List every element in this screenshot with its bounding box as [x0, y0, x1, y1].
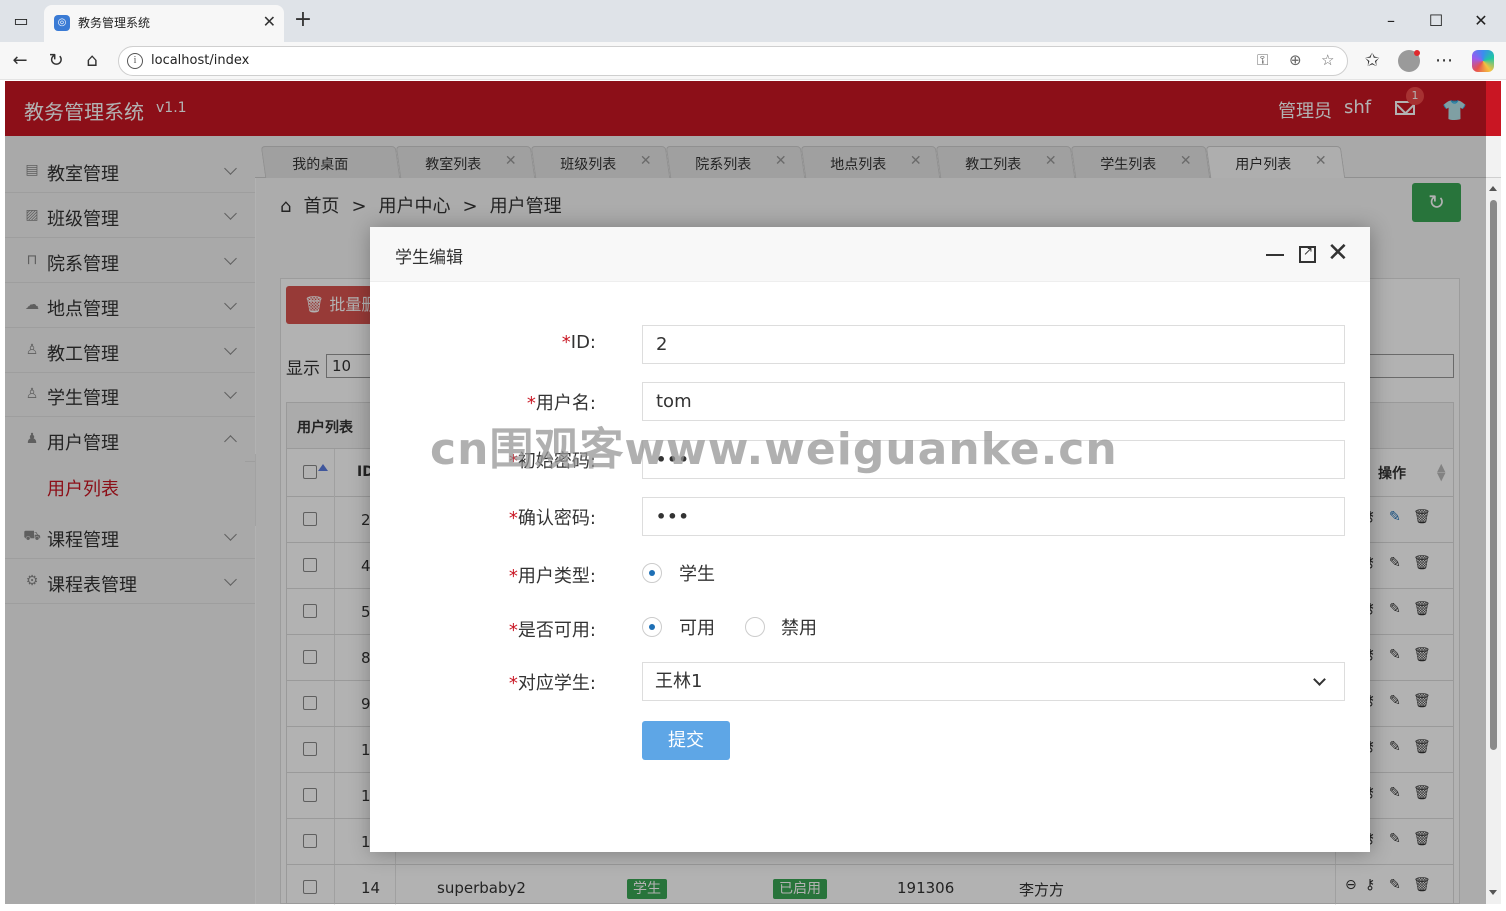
tab-actions-icon[interactable]: ▭ [8, 8, 34, 34]
student-label: *对应学生: [396, 669, 596, 695]
student-label-text: 对应学生: [517, 673, 596, 694]
disabled-radio-label[interactable]: 禁用 [781, 614, 817, 640]
student-select[interactable]: 王林1 [642, 662, 1345, 701]
chevron-down-icon [1313, 673, 1326, 686]
browser-tab-title: 教务管理系统 [78, 16, 151, 30]
profile-notification-dot [1414, 50, 1420, 56]
disabled-radio[interactable] [745, 617, 765, 637]
confirm-password-label: *确认密码: [396, 504, 596, 530]
reload-icon[interactable]: ↻ [44, 49, 68, 73]
address-bar: ← ↻ ⌂ i localhost/index ⚿ ⊕ ☆ ✩ ⋯ [0, 42, 1506, 80]
favorites-icon[interactable]: ✩ [1360, 49, 1384, 73]
page-scrollbar[interactable] [1486, 178, 1501, 904]
maximize-window-icon[interactable]: ☐ [1423, 8, 1449, 34]
username-value: tom [656, 391, 692, 412]
required-mark: * [508, 508, 518, 529]
watermark-text: cn围观客www.weiguanke.cn [430, 424, 1118, 475]
user-type-student-radio[interactable] [642, 563, 662, 583]
id-value: 2 [656, 334, 668, 355]
site-favicon-icon: ◎ [54, 15, 70, 31]
submit-button[interactable]: 提交 [642, 721, 730, 760]
scroll-down-icon[interactable] [1489, 890, 1497, 895]
id-field[interactable]: 2 [642, 325, 1345, 364]
site-info-icon[interactable]: i [127, 53, 143, 69]
new-tab-button[interactable]: + [290, 8, 316, 34]
id-label-text: ID: [570, 332, 596, 353]
user-type-student-label[interactable]: 学生 [679, 560, 715, 586]
required-mark: * [508, 673, 518, 694]
enabled-radio-label[interactable]: 可用 [679, 614, 715, 640]
confirm-password-field[interactable]: ••• [642, 497, 1345, 536]
browser-tabstrip: ▭ ◎ 教务管理系统 ✕ + – ☐ ✕ [0, 0, 1506, 42]
url-input[interactable]: i localhost/index ⚿ ⊕ ☆ [118, 46, 1348, 76]
dialog-title: 学生编辑 [395, 248, 463, 268]
required-mark: * [561, 332, 571, 353]
zoom-icon[interactable]: ⊕ [1289, 51, 1302, 69]
id-label: *ID: [396, 332, 596, 353]
required-mark: * [508, 620, 518, 641]
user-type-label: *用户类型: [396, 562, 596, 588]
user-type-label-text: 用户类型: [517, 566, 596, 587]
enabled-radio[interactable] [642, 617, 662, 637]
browser-tab[interactable]: ◎ 教务管理系统 ✕ [44, 5, 284, 42]
scroll-up-icon[interactable] [1489, 186, 1497, 191]
confirm-password-label-text: 确认密码: [517, 508, 596, 529]
scrollbar-thumb[interactable] [1490, 200, 1497, 750]
close-tab-icon[interactable]: ✕ [263, 12, 276, 31]
close-icon[interactable]: ✕ [1327, 238, 1349, 268]
student-edit-dialog: 学生编辑 ✕ *ID: 2 *用户名: tom *初始密码: ••• *确认密码… [370, 227, 1370, 852]
minimize-window-icon[interactable]: – [1378, 8, 1404, 34]
confirm-password-value: ••• [656, 507, 690, 526]
required-mark: * [526, 393, 536, 414]
url-text: localhost/index [151, 53, 250, 68]
home-icon[interactable]: ⌂ [80, 49, 104, 73]
enabled-label-text: 是否可用: [517, 620, 596, 641]
student-selected-value: 王林1 [655, 671, 703, 692]
favorite-star-icon[interactable]: ☆ [1321, 51, 1334, 69]
enabled-label: *是否可用: [396, 616, 596, 642]
copilot-icon[interactable] [1472, 50, 1494, 72]
required-mark: * [508, 566, 518, 587]
more-menu-icon[interactable]: ⋯ [1432, 49, 1456, 73]
username-label: *用户名: [396, 389, 596, 415]
username-label-text: 用户名: [535, 393, 596, 414]
minimize-icon[interactable] [1266, 254, 1284, 256]
back-icon[interactable]: ← [8, 49, 32, 73]
dialog-header: 学生编辑 ✕ [370, 227, 1370, 282]
key-icon[interactable]: ⚿ [1257, 51, 1268, 69]
maximize-icon[interactable] [1299, 244, 1316, 263]
close-window-icon[interactable]: ✕ [1468, 8, 1494, 34]
